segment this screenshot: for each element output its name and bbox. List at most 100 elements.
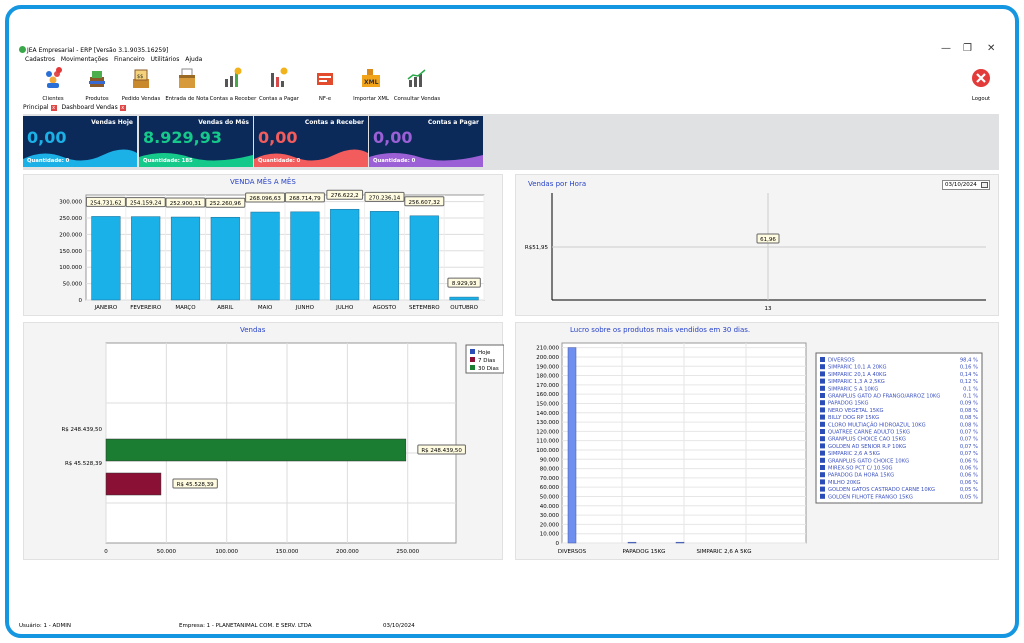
summary-tiles: Vendas Hoje 0,00 Quantidade: 0 Vendas do… bbox=[23, 114, 999, 170]
legend-value: 0,07 % bbox=[960, 430, 978, 436]
legend-value: 0,1 % bbox=[963, 386, 978, 392]
menu-cadastros[interactable]: Cadastros bbox=[25, 56, 55, 63]
logout-icon bbox=[972, 69, 990, 87]
logout-button[interactable]: Logout bbox=[959, 65, 1003, 105]
legend-label: GOLDEN GATOS CASTRADO CARNE 10KG bbox=[828, 487, 935, 493]
legend-label: GRANPLUS GATO CHOICE 10KG bbox=[828, 458, 909, 464]
tile-vendas-mes[interactable]: Vendas do Mês 8.929,93 Quantidade: 185 bbox=[139, 116, 253, 167]
x-tick-label: PAPADOG 15KG bbox=[623, 549, 666, 555]
legend-value: 0,07 % bbox=[960, 451, 978, 457]
status-date: 03/10/2024 bbox=[383, 623, 415, 629]
minimize-button[interactable]: — bbox=[941, 43, 951, 54]
x-tick-label: JANEIRO bbox=[94, 305, 118, 311]
y-tick-label: 150.000 bbox=[59, 249, 82, 255]
legend-swatch bbox=[820, 393, 825, 398]
legend-swatch bbox=[820, 357, 825, 362]
y-tick-label: 100.000 bbox=[59, 265, 82, 271]
import-xml-icon: XML bbox=[362, 69, 380, 87]
consultar-vendas-button[interactable]: Consultar Vendas bbox=[394, 65, 440, 105]
bar bbox=[105, 438, 407, 462]
legend-label: GRANPLUS CHOICE CAO 15KG bbox=[828, 437, 906, 443]
tile-wave bbox=[254, 149, 368, 167]
legend-value: 0,1 % bbox=[963, 394, 978, 400]
data-label: 268.714,79 bbox=[289, 196, 321, 202]
close-tab-icon[interactable]: x bbox=[50, 104, 57, 111]
entrada-nota-button[interactable]: Entrada de Nota bbox=[165, 65, 209, 105]
menu-utilitarios[interactable]: Utilitários bbox=[151, 56, 180, 63]
importar-xml-button[interactable]: XML Importar XML bbox=[349, 65, 393, 105]
tab-dashboard-vendas[interactable]: Dashboard Vendas bbox=[62, 104, 118, 111]
data-label: 252.260,96 bbox=[210, 201, 242, 207]
sales-report-icon bbox=[407, 69, 426, 87]
contas-pagar-button[interactable]: Contas a Pagar bbox=[257, 65, 301, 105]
y-tick-label: 110.000 bbox=[536, 439, 559, 445]
close-tab-icon[interactable]: x bbox=[119, 104, 126, 111]
legend-value: 0,06 % bbox=[960, 466, 978, 472]
legend-label: SIMPARIC 5 A 10KG bbox=[828, 386, 878, 392]
legend-swatch bbox=[820, 493, 825, 499]
toolbar: Clientes Produtos $$ Pedido Vendas Entra… bbox=[19, 65, 1003, 105]
contas-receber-button[interactable]: Contas a Receber bbox=[210, 65, 256, 105]
nfe-button[interactable]: NF-e bbox=[303, 65, 347, 105]
legend-label: GOLDEN FILHOTE FRANGO 15KG bbox=[828, 494, 913, 500]
legend-swatch bbox=[820, 407, 825, 413]
erp-window: JEA Empresarial - ERP [Versão 3.1.9035.1… bbox=[19, 41, 1003, 631]
bar bbox=[330, 208, 360, 301]
legend-label: NERO VEGETAL 15KG bbox=[828, 408, 884, 414]
x-tick-label: AGOSTO bbox=[373, 305, 397, 311]
y-tick-label: 200.000 bbox=[536, 355, 559, 361]
menu-ajuda[interactable]: Ajuda bbox=[185, 56, 202, 63]
legend-label: MILHO 20KG bbox=[828, 480, 861, 486]
y-tick-label: 300.000 bbox=[59, 200, 82, 206]
y-tick-label: 0 bbox=[79, 298, 83, 304]
tile-value: 0,00 bbox=[373, 128, 413, 147]
y-tick-label: 150.000 bbox=[536, 401, 559, 407]
legend-value: 98,4 % bbox=[960, 358, 978, 364]
y-tick-label: 70.000 bbox=[540, 476, 560, 482]
bar bbox=[210, 216, 240, 301]
y-tick-label: 10.000 bbox=[540, 532, 560, 538]
x-tick-label: 50.000 bbox=[157, 549, 177, 555]
tab-principal[interactable]: Principal bbox=[23, 104, 49, 111]
y-tick-label: 0 bbox=[556, 541, 560, 547]
profit-chart: 0 10.000 20.000 30.000 40.000 50.000 60.000 70.… bbox=[536, 342, 983, 555]
x-tick-label: 150.000 bbox=[276, 549, 299, 555]
x-tick-label: ABRIL bbox=[217, 305, 234, 311]
x-tick-label: JULHO bbox=[335, 305, 354, 311]
toolbar-label: Logout bbox=[971, 96, 991, 102]
x-tick-label: FEVEREIRO bbox=[130, 305, 162, 311]
window-title: JEA Empresarial - ERP [Versão 3.1.9035.1… bbox=[27, 47, 169, 54]
bar bbox=[105, 472, 162, 496]
status-company: Empresa: 1 - PLANETANIMAL COM. E SERV. L… bbox=[179, 623, 312, 629]
menu-financeiro[interactable]: Financeiro bbox=[114, 56, 145, 63]
data-label: 8.929,93 bbox=[452, 281, 477, 287]
tile-contas-pagar[interactable]: Contas a Pagar 0,00 Quantidade: 0 bbox=[369, 116, 483, 167]
pedido-vendas-button[interactable]: $$ Pedido Vendas bbox=[119, 65, 163, 105]
y-tick-label: 200.000 bbox=[59, 232, 82, 238]
status-user: Usuário: 1 - ADMIN bbox=[19, 623, 71, 629]
data-label: 276.622,2 bbox=[331, 193, 359, 199]
tile-title: Vendas do Mês bbox=[198, 119, 249, 126]
hourly-sales-chart: R$51,95 13 61,96 bbox=[525, 193, 986, 312]
tile-vendas-hoje[interactable]: Vendas Hoje 0,00 Quantidade: 0 bbox=[23, 116, 137, 167]
menu-movimentacoes[interactable]: Movimentações bbox=[61, 56, 108, 63]
x-tick-label: OUTUBRO bbox=[450, 305, 478, 311]
y-tick-label: 170.000 bbox=[536, 383, 559, 389]
data-label: 252.900,31 bbox=[170, 201, 202, 207]
tile-contas-receber[interactable]: Contas a Receber 0,00 Quantidade: 0 bbox=[254, 116, 368, 167]
x-tick-label: JUNHO bbox=[295, 305, 315, 311]
y-tick-label: 60.000 bbox=[540, 485, 560, 491]
data-label: 61,96 bbox=[760, 237, 776, 243]
x-tick-label: MAIO bbox=[258, 305, 273, 311]
legend-swatch bbox=[820, 486, 825, 492]
maximize-button[interactable]: ❐ bbox=[963, 43, 972, 54]
tile-value: 0,00 bbox=[258, 128, 298, 147]
legend-value: 0,08 % bbox=[960, 415, 978, 421]
close-button[interactable]: ✕ bbox=[987, 43, 995, 54]
y-tick-label: 140.000 bbox=[536, 411, 559, 417]
x-tick-label: DIVERSOS bbox=[558, 549, 587, 555]
legend-value: 0,08 % bbox=[960, 422, 978, 428]
tile-value: 8.929,93 bbox=[143, 128, 222, 147]
y-tick-label: 100.000 bbox=[536, 448, 559, 454]
y-tick-label: 130.000 bbox=[536, 420, 559, 426]
